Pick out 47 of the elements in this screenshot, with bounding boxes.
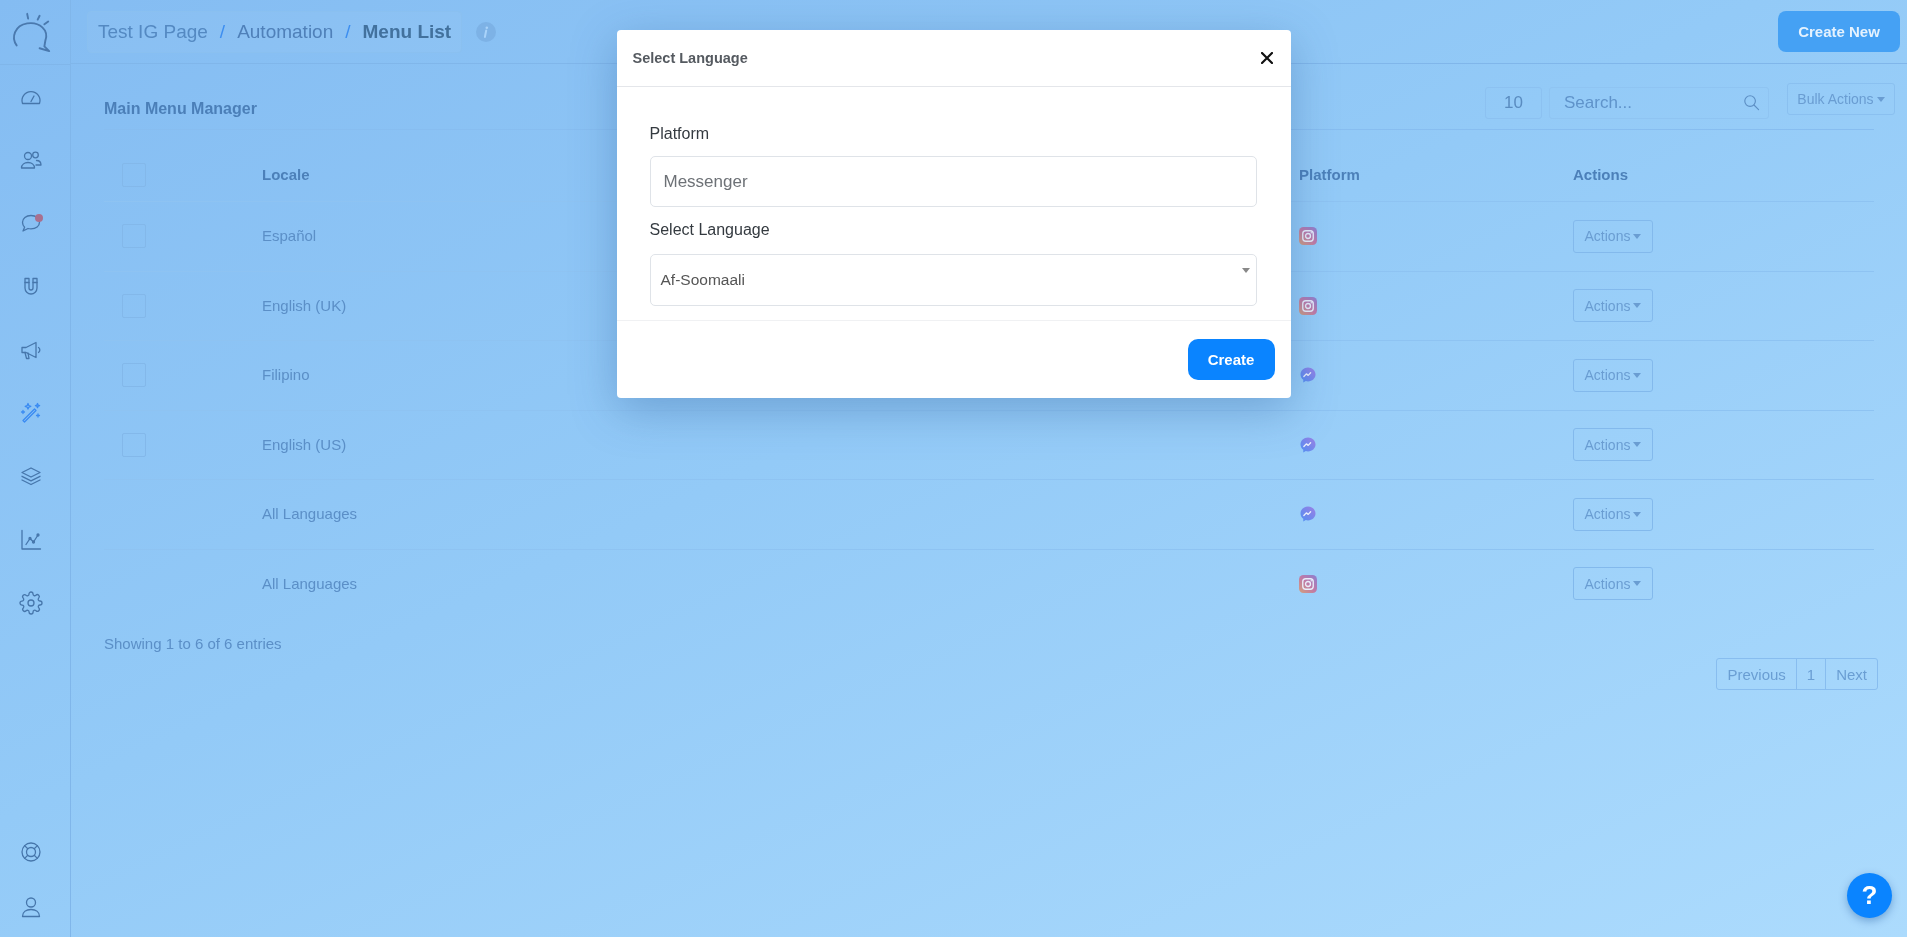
caret-icon [1633, 233, 1642, 239]
pagination-button[interactable]: Next [1825, 658, 1878, 690]
column-header: Platform [1299, 166, 1360, 183]
entries-info: Showing 1 to 6 of 6 entries [104, 634, 282, 654]
pagination-button[interactable]: 1 [1795, 658, 1827, 690]
create-new-button[interactable]: Create New [1778, 11, 1900, 52]
field-label: Select Language [649, 220, 771, 240]
panel-title: Main Menu Manager [104, 100, 257, 118]
page-length-field[interactable]: 10 [1485, 87, 1542, 119]
column-header: Actions [1573, 166, 1628, 183]
chat-bubble-icon [1299, 366, 1317, 385]
locale-cell: All Languages [262, 505, 358, 523]
caret-icon [1876, 96, 1885, 102]
create-button[interactable]: Create [1187, 339, 1275, 380]
camera-icon [1299, 227, 1317, 246]
select-field[interactable]: Af-Soomaali [649, 254, 1257, 306]
input-field[interactable]: Messenger [649, 156, 1257, 207]
dialog-title: Select Language [632, 50, 748, 66]
search-field[interactable]: Search... [1549, 87, 1769, 119]
magic-wand-icon[interactable] [19, 401, 43, 426]
breadcrumb-separator: / [219, 20, 226, 43]
field-label: Platform [649, 124, 711, 144]
lifebuoy-icon[interactable] [19, 839, 43, 864]
settings-icon[interactable] [19, 591, 43, 615]
caret-icon [1241, 268, 1250, 273]
info-icon [476, 21, 497, 42]
camera-icon [1299, 574, 1317, 593]
help-button[interactable]: ? [1847, 873, 1892, 918]
caret-icon [1633, 511, 1642, 517]
locale-cell: English (US) [262, 435, 347, 453]
breadcrumb-item[interactable]: Automation [237, 20, 334, 43]
camera-icon [1299, 296, 1317, 315]
column-header: Locale [262, 166, 310, 183]
pagination-button[interactable]: Previous [1716, 658, 1797, 690]
caret-icon [1633, 581, 1642, 587]
user-icon[interactable] [19, 894, 43, 919]
line-chart-icon[interactable] [19, 527, 43, 552]
search-icon[interactable] [1743, 94, 1760, 111]
chat-bubble-icon [1299, 505, 1317, 524]
caret-icon [1633, 303, 1642, 309]
caret-icon [1633, 372, 1642, 378]
close-icon[interactable] [1260, 52, 1273, 64]
locale-cell: All Languages [262, 574, 358, 592]
chat-bubble-icon [1299, 435, 1317, 454]
caret-icon [1633, 442, 1642, 448]
breadcrumb-separator: / [345, 20, 351, 43]
breadcrumb-item: Menu List [362, 20, 452, 43]
